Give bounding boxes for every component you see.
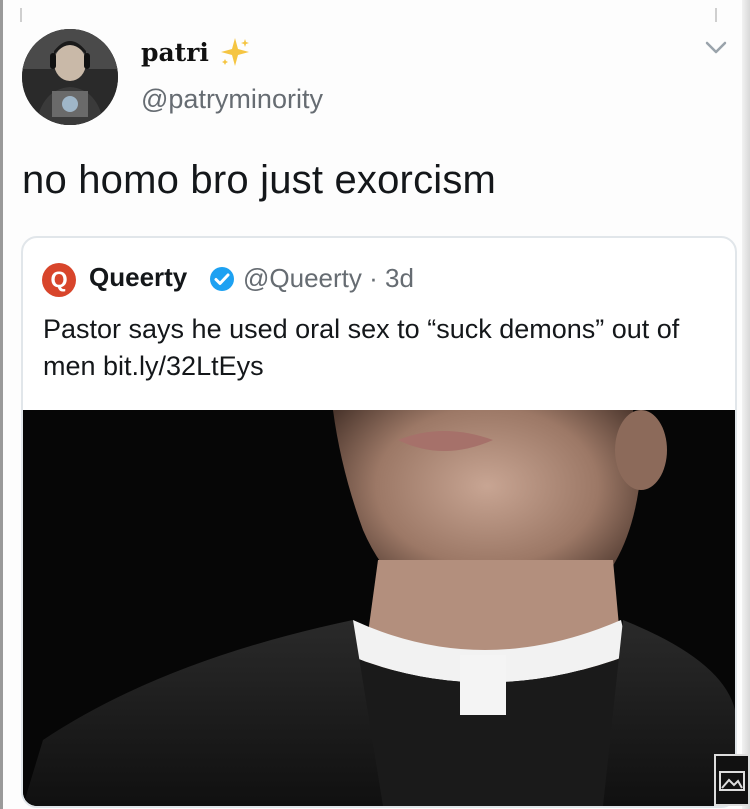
avatar-photo xyxy=(22,29,118,125)
display-name[interactable]: patri xyxy=(141,38,209,67)
tweet-text: no homo bro just exorcism xyxy=(22,158,497,202)
divider-tick xyxy=(20,8,22,22)
queerty-logo: Q xyxy=(42,263,76,297)
image-icon[interactable] xyxy=(714,754,750,806)
user-handle[interactable]: @patryminority xyxy=(141,84,323,115)
quoted-handle-time[interactable]: @Queerty · 3d xyxy=(243,263,414,294)
mountain-glyph xyxy=(719,771,745,791)
left-border xyxy=(0,0,3,809)
quoted-tweet-card[interactable]: Q Queerty @Queerty · 3d Pastor says he u… xyxy=(21,236,737,808)
quoted-tweet-text: Pastor says he used oral sex to “suck de… xyxy=(43,314,680,381)
chevron-down-icon[interactable] xyxy=(704,40,728,56)
avatar[interactable] xyxy=(22,29,118,125)
right-border xyxy=(742,0,750,809)
quoted-tweet-image[interactable] xyxy=(23,410,735,806)
priest-photo xyxy=(23,410,735,806)
sparkle-icon xyxy=(221,38,249,66)
quoted-author-name[interactable]: Queerty xyxy=(89,262,187,293)
verified-badge-icon xyxy=(210,267,234,291)
tweet-screenshot: patri @patryminority no homo bro just ex… xyxy=(0,0,750,809)
divider-tick xyxy=(715,8,717,22)
